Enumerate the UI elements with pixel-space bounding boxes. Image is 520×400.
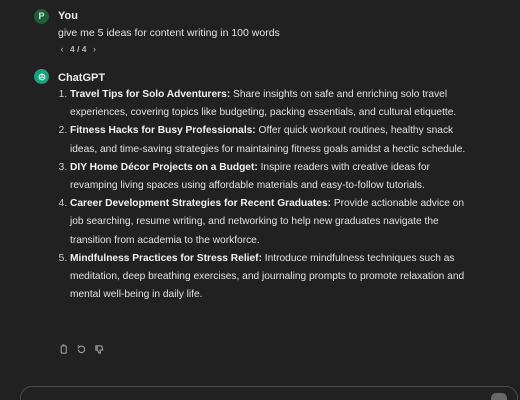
idea-title: Mindfulness Practices for Stress Relief: — [70, 252, 262, 264]
thumbs-down-icon[interactable] — [93, 343, 105, 355]
copy-icon[interactable] — [57, 343, 69, 355]
list-item: Travel Tips for Solo Adventurers: Share … — [70, 86, 480, 122]
chat-page: P You give me 5 ideas for content writin… — [0, 0, 520, 400]
openai-logo-icon — [34, 69, 49, 84]
user-author-name: You — [58, 10, 78, 22]
list-item: Mindfulness Practices for Stress Relief:… — [70, 250, 480, 305]
idea-title: Travel Tips for Solo Adventurers: — [70, 89, 231, 100]
avatar: P — [34, 9, 49, 24]
list-item: Fitness Hacks for Busy Professionals: Of… — [70, 122, 480, 158]
message-actions — [57, 343, 105, 355]
send-button[interactable] — [491, 393, 507, 400]
chevron-right-icon[interactable]: › — [91, 44, 99, 54]
regenerate-icon[interactable] — [75, 343, 87, 355]
message-composer[interactable] — [20, 386, 518, 400]
pager-label: 4 / 4 — [70, 44, 87, 54]
idea-title: Career Development Strategies for Recent… — [70, 198, 331, 210]
assistant-author-name: ChatGPT — [58, 72, 106, 84]
idea-title: Fitness Hacks for Busy Professionals: — [70, 125, 256, 137]
ideas-list: Travel Tips for Solo Adventurers: Share … — [58, 86, 480, 304]
list-item: Career Development Strategies for Recent… — [70, 195, 480, 250]
idea-title: DIY Home Décor Projects on a Budget: — [70, 161, 258, 173]
list-item: DIY Home Décor Projects on a Budget: Ins… — [70, 159, 480, 195]
response-pager: ‹ 4 / 4 › — [58, 44, 99, 54]
user-message-text: give me 5 ideas for content writing in 1… — [58, 27, 280, 39]
chevron-left-icon[interactable]: ‹ — [58, 44, 66, 54]
